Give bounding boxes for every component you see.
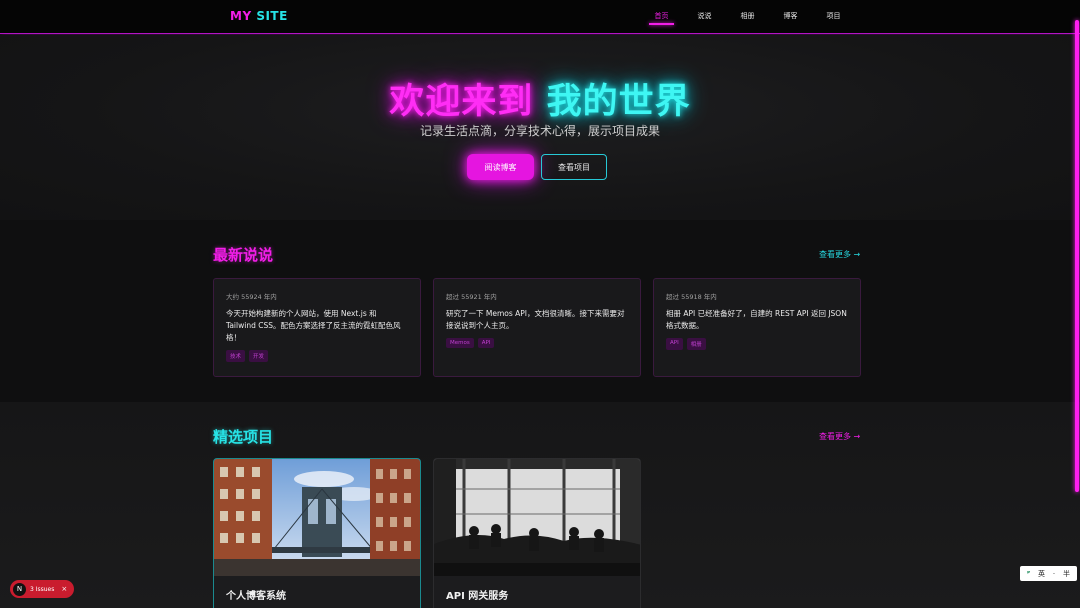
memo-tags: Memos API: [446, 338, 628, 348]
memo-card[interactable]: 超过 55918 年内 相册 API 已经准备好了，自建的 REST API 返…: [653, 278, 861, 377]
memos-section: 最新说说 查看更多 → 大约 55924 年内 今天开始构建新的个人网站，使用 …: [0, 220, 1080, 402]
project-image-cafe: [434, 459, 640, 576]
ime-dot: ·: [1052, 569, 1056, 578]
ime-toolbar[interactable]: ᴾ 英 · 半: [1020, 566, 1077, 581]
nextjs-logo-icon: N: [13, 582, 26, 596]
memo-tag[interactable]: 技术: [226, 350, 246, 362]
projects-title: 精选项目: [213, 428, 274, 446]
project-card[interactable]: 个人博客系统: [213, 458, 421, 608]
site-logo[interactable]: MY SITE: [230, 9, 288, 23]
nav-item-projects[interactable]: 项目: [812, 11, 855, 21]
view-projects-button[interactable]: 查看项目: [541, 154, 607, 180]
hero-title-part-1: 欢迎来到: [389, 82, 534, 122]
memo-date: 超过 55918 年内: [666, 293, 717, 301]
memos-title: 最新说说: [213, 246, 274, 264]
ime-width[interactable]: 半: [1063, 569, 1070, 579]
close-icon[interactable]: ×: [61, 585, 67, 593]
top-nav: MY SITE 首页 说说 相册 博客 项目: [0, 0, 1080, 34]
page: MY SITE 首页 说说 相册 博客 项目 欢迎来到 我的世界 记录生活点滴，…: [0, 0, 1080, 608]
memo-tag[interactable]: API: [477, 338, 495, 348]
projects-more-link[interactable]: 查看更多 →: [819, 431, 860, 442]
memo-tags: 技术 开发: [226, 350, 408, 362]
projects-section: 精选项目 查看更多 → 个人博客系统 API 网关服务: [0, 402, 1080, 608]
ime-lang[interactable]: 英: [1038, 569, 1045, 579]
logo-part-2: SITE: [256, 9, 288, 23]
nav-item-home[interactable]: 首页: [640, 11, 683, 25]
memo-tag[interactable]: 开发: [249, 350, 269, 362]
memo-date: 大约 55924 年内: [226, 293, 277, 301]
hero-title: 欢迎来到 我的世界: [0, 73, 1080, 124]
ime-logo-icon: ᴾ: [1026, 569, 1031, 578]
logo-part-1: MY: [230, 9, 252, 23]
project-title: API 网关服务: [446, 591, 509, 602]
hero-subtitle: 记录生活点滴，分享技术心得，展示项目成果: [419, 124, 660, 138]
issues-badge[interactable]: N 3 Issues ×: [10, 580, 74, 598]
nav-item-album[interactable]: 相册: [726, 11, 769, 21]
memo-text: 今天开始构建新的个人网站，使用 Next.js 和 Tailwind CSS。配…: [226, 309, 401, 342]
project-title: 个人博客系统: [226, 591, 286, 602]
memo-tag[interactable]: Memos: [446, 338, 474, 348]
issues-count: 3 Issues: [30, 585, 55, 593]
hero-section: 欢迎来到 我的世界 记录生活点滴，分享技术心得，展示项目成果 阅读博客 查看项目: [0, 35, 1080, 220]
nav-item-memos[interactable]: 说说: [683, 11, 726, 21]
memo-card[interactable]: 超过 55921 年内 研究了一下 Memos API，文档很清晰。接下来需要对…: [433, 278, 641, 377]
project-card[interactable]: API 网关服务: [433, 458, 641, 608]
nav-item-blog[interactable]: 博客: [769, 11, 812, 21]
memos-more-link[interactable]: 查看更多 →: [819, 249, 860, 260]
memo-tag[interactable]: 相册: [686, 338, 706, 350]
project-image-bridge: [214, 459, 420, 576]
read-blog-button[interactable]: 阅读博客: [467, 154, 534, 180]
hero-title-part-2: 我的世界: [546, 82, 691, 122]
memo-date: 超过 55921 年内: [446, 293, 497, 301]
memo-tag[interactable]: API: [666, 338, 683, 350]
memo-text: 相册 API 已经准备好了，自建的 REST API 返回 JSON 格式数据。: [666, 309, 847, 330]
memo-text: 研究了一下 Memos API，文档很清晰。接下来需要对接说说到个人主页。: [446, 309, 625, 330]
memo-card[interactable]: 大约 55924 年内 今天开始构建新的个人网站，使用 Next.js 和 Ta…: [213, 278, 421, 377]
memo-tags: API 相册: [666, 338, 848, 350]
scrollbar[interactable]: [1075, 20, 1079, 492]
nav-links: 首页 说说 相册 博客 项目: [640, 11, 855, 25]
